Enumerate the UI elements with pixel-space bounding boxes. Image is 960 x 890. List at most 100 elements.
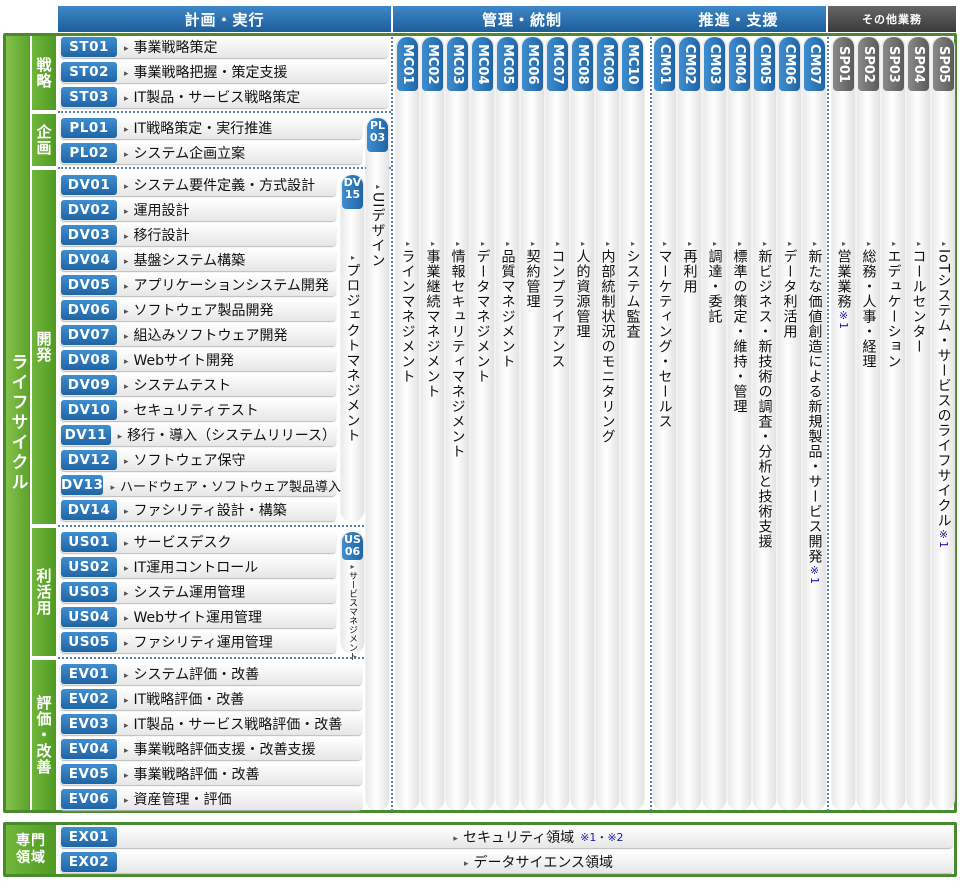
row-st02[interactable]: ST02 事業戦略把握・策定支援 (60, 61, 388, 83)
column-sp05[interactable]: SP05 IoTシステム・サービスのライフサイクル※1 (932, 36, 955, 810)
row-ev06[interactable]: EV06 資産管理・評価 (60, 788, 362, 810)
row-us03[interactable]: US03 システム運用管理 (60, 581, 336, 603)
column-label: 総務・人事・経理 (859, 239, 879, 369)
row-label: システム企画立案 (124, 143, 246, 163)
code-badge: DV13 (61, 475, 104, 495)
code-badge: PL01 (61, 118, 117, 138)
row-dv06[interactable]: DV06 ソフトウェア製品開発 (60, 299, 336, 321)
lifecycle-label: ライフサイクル (6, 36, 30, 810)
column-cm05[interactable]: CM05 新ビジネス・新技術の調査・分析と技術支援 (753, 36, 776, 810)
column-mc06[interactable]: MC06 契約管理 (521, 36, 544, 810)
column-mc10[interactable]: MC10 システム監査 (621, 36, 644, 810)
code-badge: CM07 (804, 37, 825, 91)
column-cm02[interactable]: CM02 再利用 (678, 36, 701, 810)
column-cm06[interactable]: CM06 データ利活用 (778, 36, 801, 810)
row-ev03[interactable]: EV03 IT製品・サービス戦略評価・改善 (60, 713, 362, 735)
column-sp01[interactable]: SP01 営業業務※1 (832, 36, 855, 810)
code-badge: DV09 (61, 375, 117, 395)
row-dv13[interactable]: DV13 ハードウェア・ソフトウェア製品導入 (60, 474, 341, 496)
column-mc02[interactable]: MC02 事業継続マネジメント (421, 36, 444, 810)
code-badge: CM04 (729, 37, 750, 91)
column-label: UIデザイン (368, 182, 388, 268)
code-badge: US03 (61, 582, 117, 602)
row-dv03[interactable]: DV03 移行設計 (60, 224, 336, 246)
row-st01[interactable]: ST01 事業戦略策定 (60, 36, 388, 58)
column-sp03[interactable]: SP03 エデュケーション (882, 36, 905, 810)
row-st03[interactable]: ST03 IT製品・サービス戦略策定 (60, 86, 388, 108)
code-badge: SP04 (908, 37, 929, 91)
column-label: マーケティング・セールス (655, 239, 675, 429)
row-dv10[interactable]: DV10 セキュリティテスト (60, 399, 336, 421)
row-pl01[interactable]: PL01 IT戦略策定・実行推進 (60, 117, 362, 139)
row-dv12[interactable]: DV12 ソフトウェア保守 (60, 449, 336, 471)
row-dv05[interactable]: DV05 アプリケーションシステム開発 (60, 274, 336, 296)
row-label: 組込みソフトウェア開発 (124, 325, 288, 345)
row-dv09[interactable]: DV09 システムテスト (60, 374, 336, 396)
group-evaluation: 評価・改善 (32, 660, 56, 810)
row-label: システム運用管理 (124, 582, 246, 602)
row-label: ファシリティ運用管理 (124, 632, 273, 652)
code-badge: DV05 (61, 275, 117, 295)
column-mc08[interactable]: MC08 人的資源管理 (571, 36, 594, 810)
row-ex01[interactable]: EX01 セキュリティ領域 ※1・※2 (60, 826, 953, 848)
row-ev05[interactable]: EV05 事業戦略評価・改善 (60, 763, 362, 785)
row-label: 移行・導入（システムリリース） (118, 425, 336, 445)
row-label: IT製品・サービス戦略策定 (124, 87, 301, 107)
column-cm07[interactable]: CM07 新たな価値創造による新規製品・サービス開発※1 (803, 36, 826, 810)
code-badge: MC06 (522, 37, 543, 91)
row-ev02[interactable]: EV02 IT戦略評価・改善 (60, 688, 362, 710)
code-badge: CM03 (704, 37, 725, 91)
column-pl03[interactable]: PL03 UIデザイン (366, 117, 389, 810)
column-label: 標準の策定・維持・管理 (730, 239, 750, 414)
column-sp04[interactable]: SP04 コールセンター (907, 36, 930, 810)
row-pl02[interactable]: PL02 システム企画立案 (60, 142, 362, 164)
row-dv08[interactable]: DV08 Webサイト開発 (60, 349, 336, 371)
row-label: Webサイト開発 (124, 350, 235, 370)
column-mc09[interactable]: MC09 内部統制状況のモニタリング (596, 36, 619, 810)
row-label: 事業戦略評価・改善 (124, 764, 260, 784)
row-label: セキュリティテスト (124, 400, 259, 420)
row-label: システム要件定義・方式設計 (124, 175, 316, 195)
column-mc01[interactable]: MC01 ラインマネジメント (396, 36, 419, 810)
row-us05[interactable]: US05 ファシリティ運用管理 (60, 631, 336, 653)
code-badge: MC09 (597, 37, 618, 91)
column-label: 営業業務 (834, 239, 854, 309)
column-mc03[interactable]: MC03 情報セキュリティマネジメント (446, 36, 469, 810)
column-label: データ利活用 (780, 239, 800, 339)
column-mc04[interactable]: MC04 データマネジメント (471, 36, 494, 810)
row-dv02[interactable]: DV02 運用設計 (60, 199, 336, 221)
code-badge: MC10 (622, 37, 643, 91)
column-mc07[interactable]: MC07 コンプライアンス (546, 36, 569, 810)
column-dv15[interactable]: DV15 プロジェクトマネジメント (341, 174, 364, 521)
row-ex02[interactable]: EX02 データサイエンス領域 (60, 851, 953, 873)
row-us01[interactable]: US01 サービスデスク (60, 531, 336, 553)
row-ev04[interactable]: EV04 事業戦略評価支援・改善支援 (60, 738, 362, 760)
expert-row-content: セキュリティ領域 ※1・※2 (117, 827, 953, 847)
column-sp02[interactable]: SP02 総務・人事・経理 (857, 36, 880, 810)
code-badge: CM05 (754, 37, 775, 91)
code-badge: DV10 (61, 400, 117, 420)
group-development: 開発 (32, 170, 56, 524)
column-mc05[interactable]: MC05 品質マネジメント (496, 36, 519, 810)
footnote-mark: ※1・※2 (580, 831, 624, 844)
row-dv07[interactable]: DV07 組込みソフトウェア開発 (60, 324, 336, 346)
row-ev01[interactable]: EV01 システム評価・改善 (60, 663, 362, 685)
column-us06[interactable]: US06 サービスマネジメント (341, 531, 364, 661)
column-cm01[interactable]: CM01 マーケティング・セールス (653, 36, 676, 810)
row-us02[interactable]: US02 IT運用コントロール (60, 556, 336, 578)
column-cm03[interactable]: CM03 調達・委託 (703, 36, 726, 810)
row-dv14[interactable]: DV14 ファシリティ設計・構築 (60, 499, 336, 521)
column-label: コンプライアンス (548, 239, 568, 369)
column-label: データマネジメント (473, 239, 493, 384)
column-cm04[interactable]: CM04 標準の策定・維持・管理 (728, 36, 751, 810)
row-label: Webサイト運用管理 (124, 607, 263, 627)
row-dv11[interactable]: DV11 移行・導入（システムリリース） (60, 424, 336, 446)
divider (58, 167, 391, 169)
code-badge: DV04 (61, 250, 117, 270)
footnote-mark: ※1 (808, 564, 821, 584)
row-dv04[interactable]: DV04 基盤システム構築 (60, 249, 336, 271)
row-us04[interactable]: US04 Webサイト運用管理 (60, 606, 336, 628)
row-dv01[interactable]: DV01 システム要件定義・方式設計 (60, 174, 336, 196)
code-badge: DV08 (61, 350, 117, 370)
code-badge: MC02 (422, 37, 443, 91)
